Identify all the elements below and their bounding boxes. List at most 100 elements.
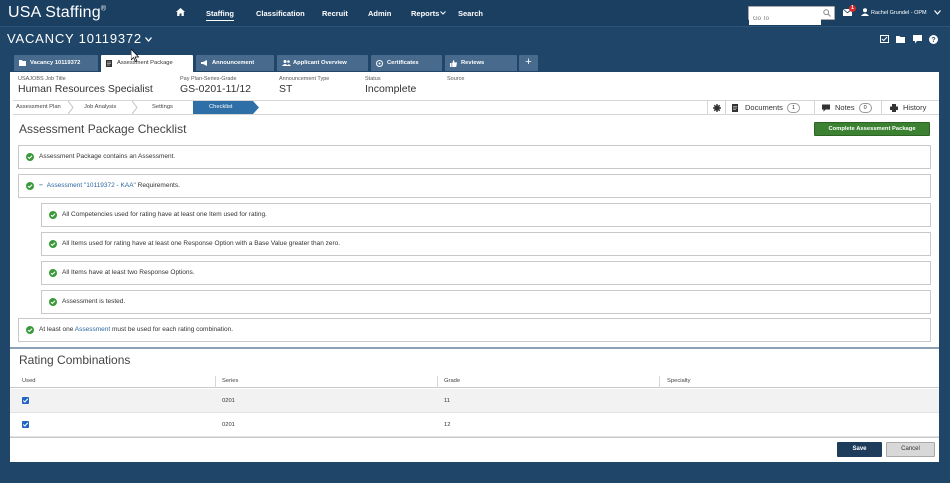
nav-classification[interactable]: Classification [256,9,305,18]
help-icon[interactable]: ? [929,35,938,44]
tab-applicant-overview[interactable]: Applicant Overview [277,55,368,71]
announcement-type-label: Announcement Type [279,76,330,82]
source-label: Source [447,76,465,82]
go-to-field[interactable] [748,6,835,25]
check-circle-icon [49,240,57,248]
step-settings[interactable]: Settings [152,101,173,114]
documents-label: Documents [745,103,783,112]
tab-certificates[interactable]: Certificates [371,55,442,71]
table-header: Used Series Grade Specialty [10,376,939,388]
history-button[interactable]: History [881,101,939,114]
folder-open-icon[interactable] [896,35,906,43]
collapse-toggle-icon[interactable]: − [39,182,43,189]
add-tab-button[interactable]: + [519,55,538,71]
checklist-icon[interactable] [880,35,889,43]
user-icon[interactable] [861,8,869,16]
cancel-button[interactable]: Cancel [886,442,935,457]
tab-label: Assessment Package [117,60,173,66]
check-circle-icon [26,326,34,334]
tab-label: Reviews [461,60,485,66]
reports-chevron-down-icon[interactable] [440,11,446,15]
tab-assessment-package[interactable]: Assessment Package [101,55,193,73]
home-icon[interactable] [176,8,185,16]
notes-label: Notes [835,103,855,112]
text-prefix: At least one [39,326,75,333]
search-icon[interactable] [823,9,831,17]
tab-label: Announcement [212,60,255,66]
checklist-item-contains-assessment: Assessment Package contains an Assessmen… [18,145,931,169]
column-header-used[interactable]: Used [22,378,36,384]
thumbs-up-icon [450,60,457,67]
nav-staffing[interactable]: Staffing [206,9,234,21]
assessment-kaa-link[interactable]: Assessment "10119372 - KAA" [47,182,136,189]
requirements-text: Requirements. [135,182,180,189]
step-job-analysis[interactable]: Job Analysis [84,101,116,114]
nav-recruit[interactable]: Recruit [322,9,348,18]
pay-plan-value: GS-0201-11/12 [180,83,252,95]
tab-announcement[interactable]: Announcement [196,55,274,71]
nav-reports[interactable]: Reports [411,9,439,18]
column-header-grade[interactable]: Grade [444,378,460,384]
comment-icon[interactable] [913,35,922,44]
folder-icon [19,60,26,66]
series-cell: 0201 [222,422,235,428]
step-assessment-plan[interactable]: Assessment Plan [16,101,61,114]
requirement-item: All Items used for rating have at least … [41,232,931,256]
save-button[interactable]: Save [837,442,882,457]
comment-icon [822,104,830,112]
announcement-type-info: Announcement Type ST [279,76,329,95]
requirement-text: Assessment is tested. [62,298,126,305]
tab-label: Certificates [387,60,419,66]
documents-count: 1 [786,103,800,113]
active-step-arrow-icon [253,101,260,114]
printer-icon [890,104,898,112]
gear-icon [713,104,721,112]
check-circle-icon [26,153,34,161]
step-separator-icon [68,101,74,114]
tab-vacancy[interactable]: Vacancy 10119372 [14,55,98,71]
requirement-item: All Items have at least two Response Opt… [41,261,931,285]
document-icon [732,104,738,112]
column-header-series[interactable]: Series [222,378,238,384]
used-checkbox[interactable] [22,397,29,404]
user-menu-chevron-down-icon[interactable] [934,10,941,15]
nav-admin[interactable]: Admin [368,9,391,18]
checklist-item-text: − Assessment "10119372 - KAA" Requirement… [39,175,180,197]
complete-assessment-package-button[interactable]: Complete Assessment Package [814,122,930,136]
table-row: 0201 11 [10,389,939,413]
assessment-link[interactable]: Assessment [75,326,110,333]
document-icon [106,60,112,67]
job-title-label: USAJOBS Job Title [18,76,66,82]
logo-registered-mark: ® [100,5,107,13]
status-value: Incomplete [365,83,417,95]
settings-gear-button[interactable] [707,101,725,114]
notification-badge: 1 [849,5,856,12]
notes-button[interactable]: Notes 0 [814,101,881,114]
used-checkbox[interactable] [22,421,29,428]
go-to-input[interactable] [749,13,821,25]
checklist-item-text: At least one Assessment must be used for… [39,319,233,341]
documents-button[interactable]: Documents 1 [725,101,814,114]
tab-reviews[interactable]: Reviews [445,55,517,71]
tab-label: Vacancy 10119372 [30,60,81,66]
page-title: VACANCY 10119372 [7,31,142,46]
nav-search[interactable]: Search [458,9,483,18]
pay-plan-info: Pay Plan-Series-Grade GS-0201-11/12 [180,76,251,95]
source-info: Source [447,76,464,82]
check-circle-icon [49,211,57,219]
history-label: History [903,103,927,112]
checklist-item-rating-combination: At least one Assessment must be used for… [18,318,931,342]
tab-label: Applicant Overview [293,60,347,66]
job-title-value: Human Resources Specialist [18,83,153,95]
column-header-specialty[interactable]: Specialty [667,378,691,384]
usa-staffing-logo[interactable]: USA Staffing® [8,4,106,22]
user-name[interactable]: Rachel Grundel - OPM [871,10,927,16]
title-chevron-down-icon[interactable] [145,37,152,42]
column-divider [215,376,216,388]
column-divider [437,376,438,388]
users-icon [282,60,291,66]
form-footer: Save Cancel [10,437,939,461]
requirement-text: All Competencies used for rating have at… [62,211,267,218]
status-info: Status Incomplete [365,76,416,95]
step-checklist[interactable]: Checklist [193,101,253,114]
